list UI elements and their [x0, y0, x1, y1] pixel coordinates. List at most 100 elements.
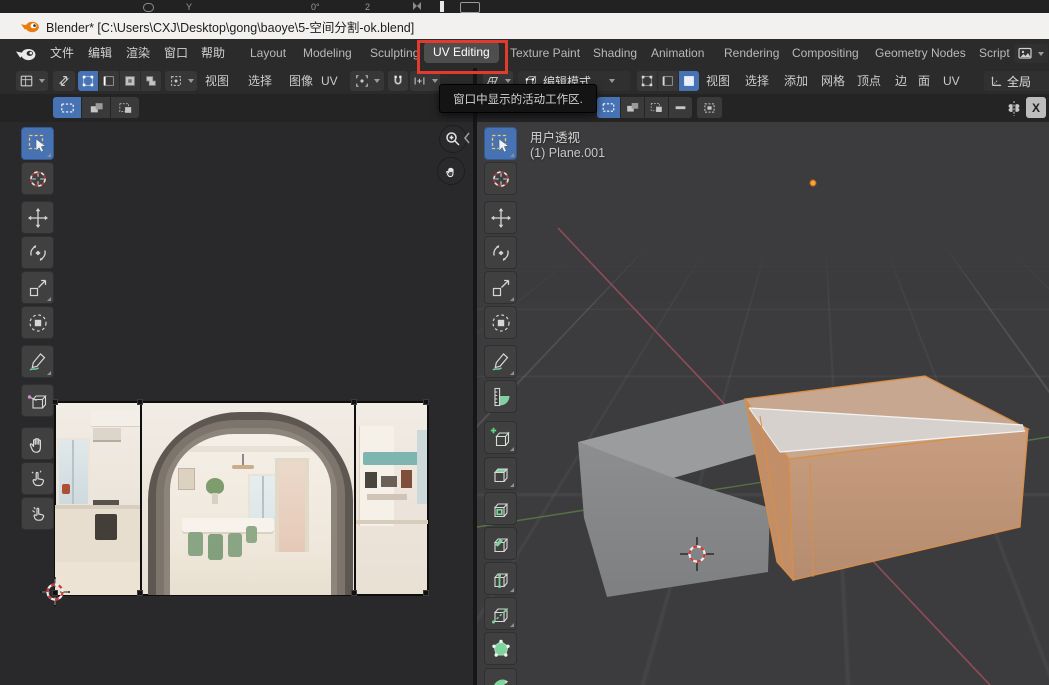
uv-pivot-dropdown[interactable]	[350, 71, 384, 91]
v3d-menu-uv[interactable]: UV	[938, 68, 965, 94]
menu-edit[interactable]: 编辑	[84, 39, 116, 68]
uv-annotate-tool-button[interactable]	[21, 345, 54, 378]
pano-arch-band	[164, 428, 337, 595]
v3d-select-subtract-mode[interactable]	[645, 97, 668, 118]
v3d-spin-tool-button[interactable]	[484, 668, 517, 685]
blender-logo-icon	[20, 19, 40, 34]
v3d-bevel-tool-button[interactable]	[484, 527, 517, 560]
uv-vertex[interactable]	[351, 399, 357, 405]
tab-texture-paint[interactable]: Texture Paint	[506, 39, 584, 68]
uv-snap-target-dropdown[interactable]	[410, 71, 440, 91]
tab-layout[interactable]: Layout	[246, 39, 290, 68]
v3d-select-mode-face[interactable]	[679, 71, 699, 91]
v3d-select-mode-vertex[interactable]	[637, 71, 657, 91]
tab-rendering[interactable]: Rendering	[720, 39, 783, 68]
v3d-tweak-tool-button[interactable]	[484, 127, 517, 160]
uv-move-tool-button[interactable]	[21, 201, 54, 234]
v3d-measure-tool-button[interactable]	[484, 380, 517, 413]
tab-geometry-nodes[interactable]: Geometry Nodes	[871, 39, 970, 68]
uv-select-mode-island[interactable]	[141, 71, 161, 91]
uv-menu-select[interactable]: 选择	[243, 68, 277, 94]
viewport-3d[interactable]: 用户透视 (1) Plane.001	[477, 122, 1049, 685]
uv-snap-toggle[interactable]	[388, 71, 408, 91]
uv-rotate-tool-button[interactable]	[21, 236, 54, 269]
v3d-transform-tool-button[interactable]	[484, 306, 517, 339]
uv-edge-line[interactable]	[354, 402, 356, 595]
v3d-annotate-tool-button[interactable]	[484, 345, 517, 378]
uv-vertex[interactable]	[52, 399, 58, 405]
uv-select-set-mode[interactable]	[53, 97, 81, 118]
uv-vertex[interactable]	[423, 590, 429, 596]
uv-cursor-tool-button[interactable]	[21, 162, 54, 195]
uv-select-mode-vertex[interactable]	[78, 71, 98, 91]
uv-select-extend-mode[interactable]	[82, 97, 110, 118]
uv-editor[interactable]	[0, 122, 473, 685]
mirror-x-toggle[interactable]: X	[1026, 97, 1046, 118]
extrude-region-icon	[489, 462, 513, 486]
region-collapse-chevron-icon[interactable]	[463, 131, 471, 145]
uv-relax-tool-button[interactable]	[21, 462, 54, 495]
uv-menu-view[interactable]: 视图	[200, 68, 234, 94]
v3d-scale-tool-button[interactable]	[484, 271, 517, 304]
v3d-cursor-tool-button[interactable]	[484, 162, 517, 195]
uv-select-subtract-mode[interactable]	[111, 97, 139, 118]
uv-sticky-selection-dropdown[interactable]	[165, 71, 197, 91]
tab-compositing[interactable]: Compositing	[788, 39, 863, 68]
v3d-rotate-tool-button[interactable]	[484, 236, 517, 269]
v3d-menu-vertex[interactable]: 顶点	[852, 68, 886, 94]
v3d-menu-mesh[interactable]: 网格	[816, 68, 850, 94]
uv-vertex[interactable]	[423, 399, 429, 405]
uv-image-panorama[interactable]	[55, 402, 428, 595]
editor-splitter[interactable]	[473, 68, 477, 685]
tab-sculpting[interactable]: Sculpting	[366, 39, 423, 68]
uv-rip-region-tool-button[interactable]	[21, 384, 54, 417]
uv-editor-type-dropdown[interactable]	[16, 71, 48, 91]
v3d-menu-select[interactable]: 选择	[740, 68, 774, 94]
v3d-inset-tool-button[interactable]	[484, 492, 517, 525]
menu-help[interactable]: 帮助	[197, 39, 229, 68]
v3d-select-intersect-mode[interactable]	[669, 97, 692, 118]
menu-render[interactable]: 渲染	[122, 39, 154, 68]
uv-menu-uv[interactable]: UV	[316, 68, 343, 94]
chevron-down-icon	[39, 79, 45, 83]
scene-selector[interactable]	[1014, 44, 1048, 63]
v3d-menu-face[interactable]: 面	[913, 68, 935, 94]
hand-pan-icon	[444, 164, 459, 179]
tab-shading[interactable]: Shading	[589, 39, 641, 68]
uv-vertex[interactable]	[137, 399, 143, 405]
uv-tweak-tool-button[interactable]	[21, 127, 54, 160]
v3d-menu-edge[interactable]: 边	[890, 68, 912, 94]
v3d-menu-add[interactable]: 添加	[779, 68, 813, 94]
selected-cube-object[interactable]	[745, 376, 1028, 580]
uv-vertex[interactable]	[351, 590, 357, 596]
tab-animation[interactable]: Animation	[647, 39, 708, 68]
uv-pan-button[interactable]	[437, 157, 465, 185]
tab-script[interactable]: Script	[975, 39, 1014, 68]
uv-transform-tool-button[interactable]	[21, 306, 54, 339]
v3d-select-mode-edge[interactable]	[658, 71, 678, 91]
v3d-select-through-toggle[interactable]	[697, 97, 722, 118]
tab-modeling[interactable]: Modeling	[299, 39, 356, 68]
uv-scale-tool-button[interactable]	[21, 271, 54, 304]
menu-window[interactable]: 窗口	[160, 39, 192, 68]
uv-vertex[interactable]	[137, 590, 143, 596]
uv-select-mode-face[interactable]	[120, 71, 140, 91]
transform-orientation-dropdown[interactable]: 全局	[984, 71, 1049, 91]
uv-select-mode-edge[interactable]	[99, 71, 119, 91]
v3d-menu-view[interactable]: 视图	[701, 68, 735, 94]
uv-sync-selection-toggle[interactable]	[53, 71, 75, 91]
v3d-knife-tool-button[interactable]	[484, 597, 517, 630]
v3d-extrude-tool-button[interactable]	[484, 457, 517, 490]
v3d-poly-build-tool-button[interactable]	[484, 632, 517, 665]
uv-pinch-tool-button[interactable]	[21, 497, 54, 530]
uv-edge-line[interactable]	[140, 402, 142, 595]
uv-grab-tool-button[interactable]	[21, 427, 54, 460]
v3d-select-set-mode[interactable]	[597, 97, 620, 118]
menu-file[interactable]: 文件	[46, 39, 78, 68]
v3d-move-tool-button[interactable]	[484, 201, 517, 234]
v3d-loop-cut-tool-button[interactable]	[484, 562, 517, 595]
uv-menu-image[interactable]: 图像	[284, 68, 318, 94]
blender-logo-icon[interactable]	[15, 46, 37, 62]
v3d-add-cube-tool-button[interactable]	[484, 421, 517, 454]
v3d-select-extend-mode[interactable]	[621, 97, 644, 118]
